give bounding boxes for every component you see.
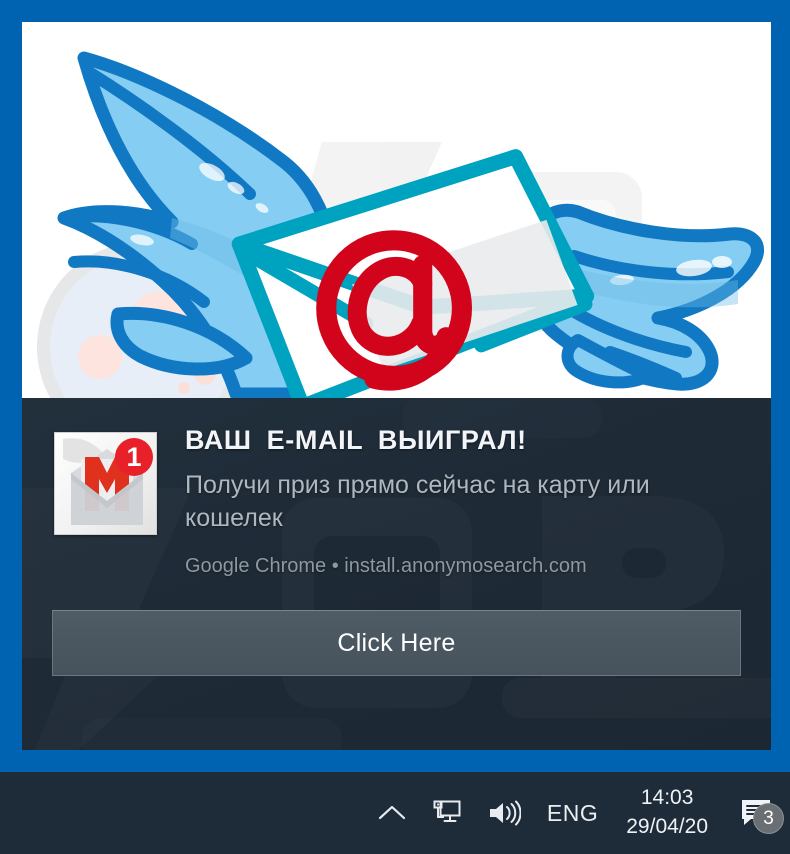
notification-action-area: Click Here xyxy=(22,578,771,676)
volume-button[interactable] xyxy=(475,772,533,854)
svg-text:1: 1 xyxy=(126,442,141,472)
network-icon xyxy=(433,800,461,822)
notification-popup[interactable]: 1 ВАШ E-MAIL ВЫИГРАЛ! Получи приз прямо … xyxy=(22,22,771,750)
notification-description: Получи приз прямо сейчас на карту или ко… xyxy=(185,470,650,532)
advertisement-banner-image xyxy=(22,22,771,398)
volume-icon xyxy=(489,800,521,826)
notification-main-row: 1 ВАШ E-MAIL ВЫИГРАЛ! Получи приз прямо … xyxy=(22,425,771,578)
taskbar: ENG 14:03 29/04/20 3 xyxy=(0,772,790,854)
notification-text-block: ВАШ E-MAIL ВЫИГРАЛ! Получи приз прямо се… xyxy=(157,425,771,578)
language-indicator[interactable]: ENG xyxy=(533,772,612,854)
notification-source: Google Chrome • install.anonymosearch.co… xyxy=(185,554,587,577)
notification-body: 1 ВАШ E-MAIL ВЫИГРАЛ! Получи приз прямо … xyxy=(22,398,771,750)
winged-envelope-illustration xyxy=(37,51,764,398)
show-hidden-icons-button[interactable] xyxy=(365,772,419,854)
desktop-background: 1 ВАШ E-MAIL ВЫИГРАЛ! Получи приз прямо … xyxy=(0,0,790,772)
gmail-glyph: 1 xyxy=(55,433,156,534)
system-tray: ENG 14:03 29/04/20 3 xyxy=(365,772,790,854)
unread-badge: 1 xyxy=(115,438,153,476)
action-center-button[interactable]: 3 xyxy=(724,772,790,854)
action-center-badge: 3 xyxy=(753,803,784,834)
clock[interactable]: 14:03 29/04/20 xyxy=(612,772,724,854)
notification-title: ВАШ E-MAIL ВЫИГРАЛ! xyxy=(185,425,527,455)
clock-date: 29/04/20 xyxy=(626,815,708,838)
gmail-icon: 1 xyxy=(54,432,157,535)
chevron-up-icon xyxy=(378,805,406,820)
network-button[interactable] xyxy=(419,772,475,854)
click-here-button[interactable]: Click Here xyxy=(52,609,741,676)
screen: 1 ВАШ E-MAIL ВЫИГРАЛ! Получи приз прямо … xyxy=(0,0,790,854)
clock-time: 14:03 xyxy=(640,786,694,810)
